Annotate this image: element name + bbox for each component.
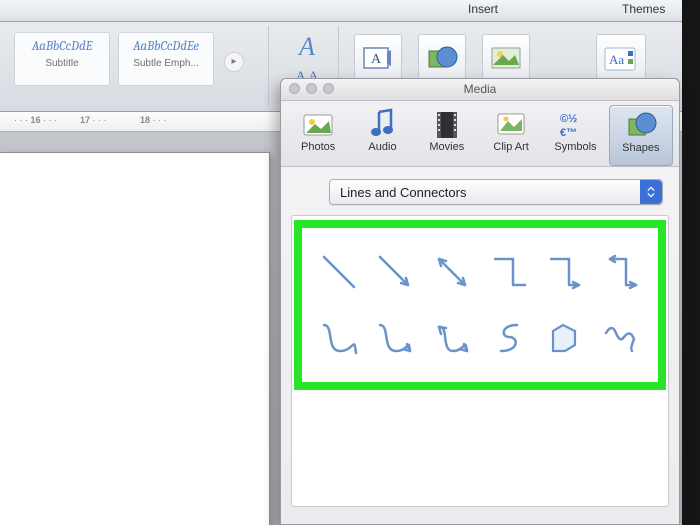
movies-icon [429,107,465,141]
shape-category-value: Lines and Connectors [340,185,466,200]
media-title: Media [281,82,679,96]
shape-scribble[interactable] [598,308,644,368]
media-tab-movies[interactable]: Movies [416,105,478,166]
media-tab-photos[interactable]: Photos [287,105,349,166]
select-stepper-icon [640,180,662,204]
media-tab-label: Symbols [554,141,596,153]
shape-curve-double-arrow[interactable] [429,308,475,368]
document-page[interactable] [0,152,270,525]
media-tab-audio[interactable]: Audio [351,105,413,166]
ribbon-tab-themes[interactable]: Themes [622,2,665,16]
shape-elbow-connector[interactable] [485,242,531,302]
media-tab-clip-art[interactable]: Clip Art [480,105,542,166]
shape-line[interactable] [316,242,362,302]
photos-icon [300,107,336,141]
shape-curve-arrow[interactable] [372,308,418,368]
audio-icon [364,107,400,141]
window-edge [682,0,700,525]
picture-icon [489,43,523,73]
letter-a-icon: A [299,32,315,62]
text-box-icon: A [361,43,395,73]
shape-curve[interactable] [316,308,362,368]
ruler-mark: 17 · · · [80,115,107,125]
media-tab-label: Shapes [622,142,659,154]
symbols-icon: ©½ €™ [557,107,593,141]
media-tabs: Photos Audio Movies Clip Art ©½ €™ Symbol… [281,101,679,167]
insert-theme-button[interactable]: Aa [596,34,646,82]
theme-icon: Aa [602,42,640,74]
style-sample: AaBbCcDdEe [119,39,213,54]
media-tab-symbols[interactable]: ©½ €™ Symbols [544,105,606,166]
media-tab-label: Photos [301,141,335,153]
shape-line-double-arrow[interactable] [429,242,475,302]
shapes-icon [623,108,659,142]
shape-s-curve[interactable] [485,308,531,368]
ribbon-tab-insert[interactable]: Insert [468,2,498,16]
style-sample: AaBbCcDdE [15,39,109,54]
insert-text-box-button[interactable]: A [354,34,402,82]
media-tab-label: Audio [368,141,396,153]
svg-text:Aa: Aa [609,52,624,67]
svg-text:€™: €™ [560,127,577,139]
shape-freeform[interactable] [541,308,587,368]
styles-expand-button[interactable]: ▸ [224,52,244,72]
svg-text:©½: ©½ [560,113,577,125]
insert-picture-button[interactable] [482,34,530,82]
ruler-mark: 18 · · · [140,115,167,125]
clip-art-icon [493,107,529,141]
shape-icon [425,43,459,73]
insert-shape-button[interactable] [418,34,466,82]
shapes-list [291,215,669,507]
media-titlebar[interactable]: Media [281,79,679,101]
media-panel: Media Photos Audio Movies Clip Art [280,78,680,525]
svg-text:A: A [371,52,382,67]
media-tab-shapes[interactable]: Shapes [609,105,673,166]
shape-line-arrow[interactable] [372,242,418,302]
style-card-subtitle[interactable]: AaBbCcDdE Subtitle [14,32,110,86]
style-name: Subtle Emph... [119,58,213,69]
style-card-subtle-emphasis[interactable]: AaBbCcDdEe Subtle Emph... [118,32,214,86]
shape-elbow-double-arrow[interactable] [598,242,644,302]
media-tab-label: Clip Art [493,141,528,153]
shape-elbow-arrow[interactable] [541,242,587,302]
tutorial-highlight [294,220,666,390]
shape-category-select[interactable]: Lines and Connectors [329,179,663,205]
ruler-mark: · · · 16 · · · [14,115,57,125]
style-name: Subtitle [15,58,109,69]
media-tab-label: Movies [429,141,464,153]
